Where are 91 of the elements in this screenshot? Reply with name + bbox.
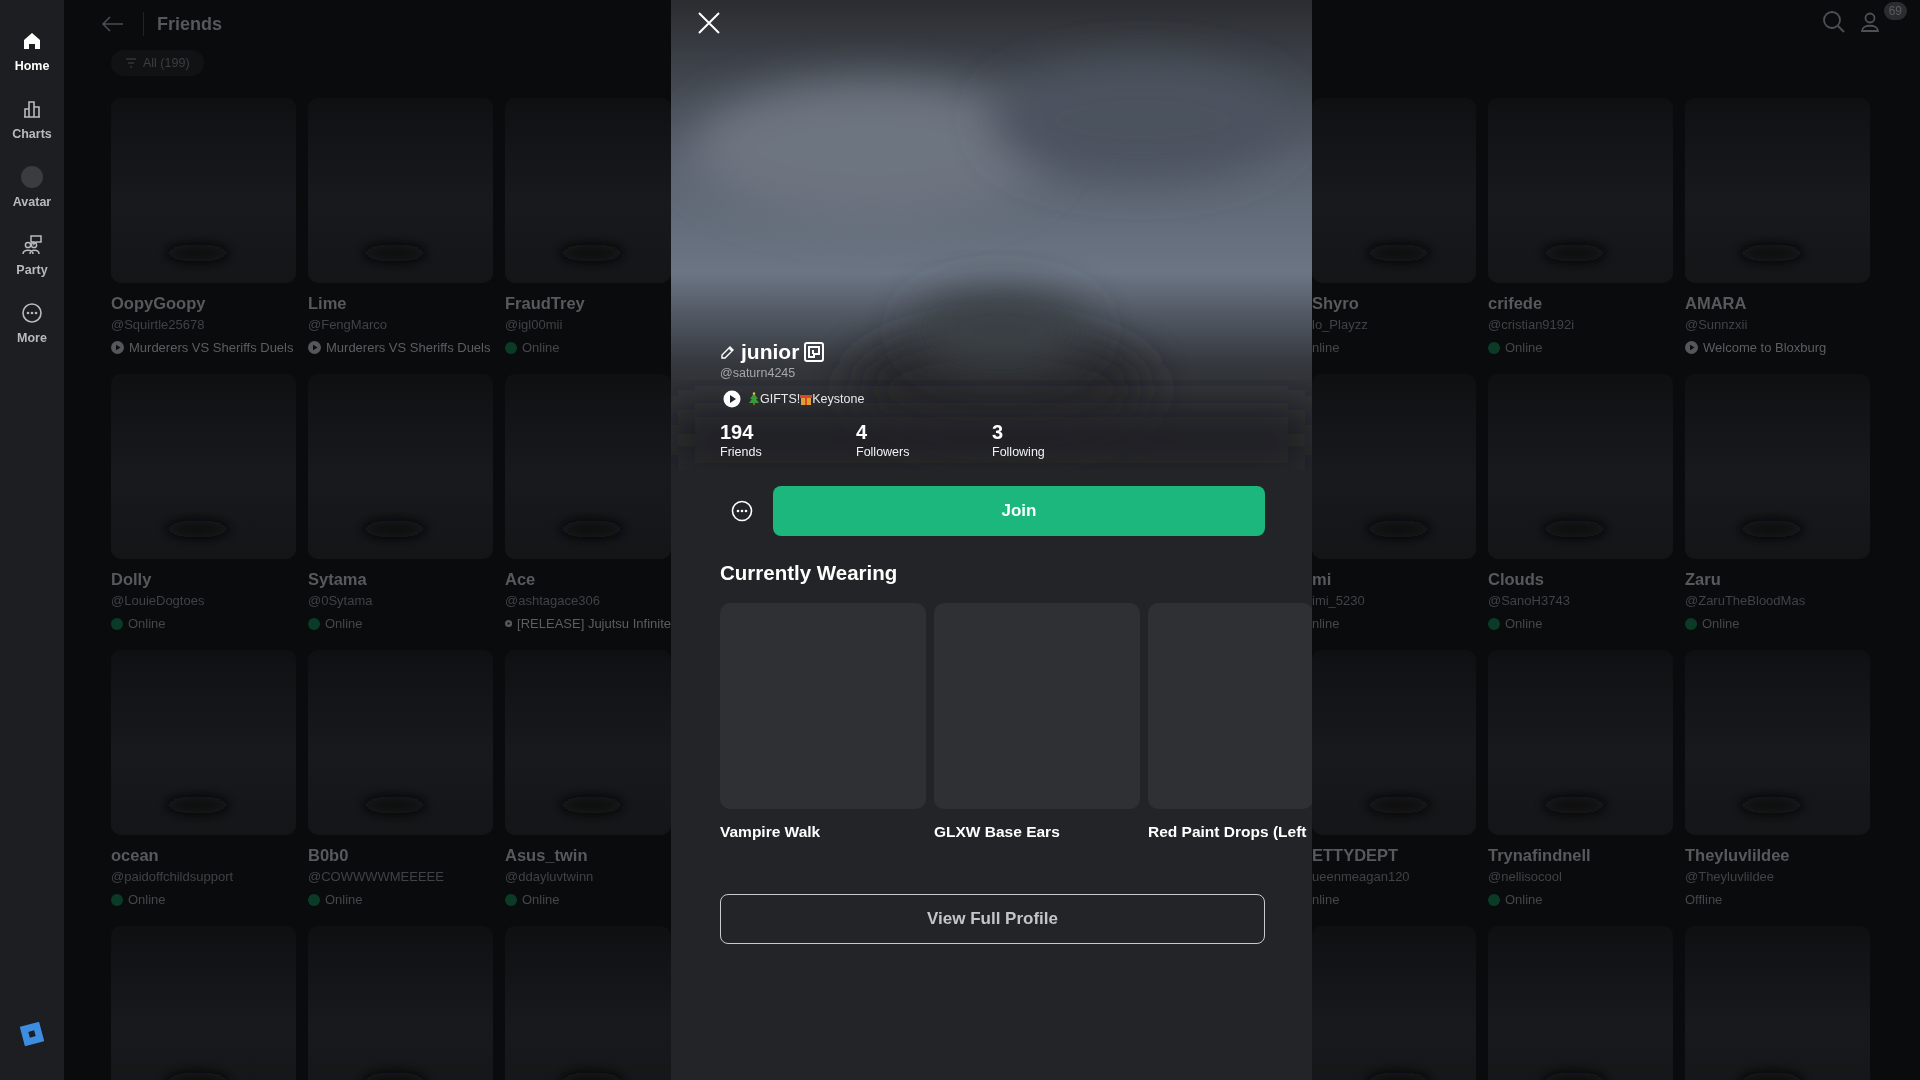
online-dot bbox=[308, 617, 320, 630]
bar-chart-icon bbox=[21, 98, 43, 120]
friend-name[interactable]: Asus_twin bbox=[505, 845, 671, 865]
online-status: Online bbox=[1505, 338, 1543, 357]
friend-name[interactable]: mi bbox=[1312, 569, 1476, 589]
friend-handle: @COWWWWMEEEEE bbox=[308, 869, 445, 885]
avatar-icon bbox=[21, 166, 43, 188]
home-icon bbox=[21, 30, 43, 52]
online-dot bbox=[111, 893, 123, 906]
friend-handle: @ashtagace306 bbox=[505, 593, 601, 609]
friend-handle: lo_Playzz bbox=[1312, 317, 1369, 333]
sidebar-item[interactable]: Party bbox=[0, 234, 64, 302]
friend-handle: @0Sytama bbox=[308, 593, 374, 609]
play-icon bbox=[1685, 341, 1698, 354]
friend-name[interactable]: ocean bbox=[111, 845, 296, 865]
online-status: Online bbox=[128, 614, 166, 633]
view-profile-button[interactable]: View Full Profile bbox=[720, 894, 1265, 944]
presence-status: nline bbox=[1312, 890, 1340, 909]
friend-handle: @paidoffchildsupport bbox=[111, 869, 235, 885]
people-icon bbox=[21, 234, 43, 256]
friend-name[interactable]: Sytama bbox=[308, 569, 493, 589]
logo-icon bbox=[20, 1022, 44, 1046]
online-status: Online bbox=[1505, 614, 1543, 633]
play-icon bbox=[505, 617, 513, 630]
online-dot bbox=[505, 893, 517, 906]
presence-status: Offline bbox=[1685, 890, 1723, 909]
friends-button[interactable] bbox=[1860, 10, 1882, 34]
filter-icon bbox=[125, 57, 137, 69]
play-icon bbox=[308, 341, 321, 354]
friend-handle: @Theyluvlildee bbox=[1685, 869, 1776, 885]
sidebar-item[interactable]: Avatar bbox=[0, 166, 64, 234]
back-button[interactable] bbox=[101, 14, 125, 34]
friend-name[interactable]: Dolly bbox=[111, 569, 296, 589]
sidebar-item[interactable]: Home bbox=[0, 30, 64, 98]
online-dot bbox=[1685, 617, 1697, 630]
friend-name[interactable]: OopyGoopy bbox=[111, 293, 296, 313]
friend-name[interactable]: Theyluvlildee bbox=[1685, 845, 1870, 865]
friend-handle: @FengMarco bbox=[308, 317, 388, 333]
online-dot bbox=[111, 617, 123, 630]
presence-status: nline bbox=[1312, 338, 1340, 357]
friend-name[interactable]: Ace bbox=[505, 569, 671, 589]
game-status[interactable]: Murderers VS Sheriffs Duels bbox=[326, 337, 491, 358]
friend-name[interactable]: crifede bbox=[1488, 293, 1673, 313]
friend-name[interactable]: AMARA bbox=[1685, 293, 1870, 313]
friend-handle: @ZaruTheBloodMas bbox=[1685, 593, 1807, 609]
friend-handle: @nellisocool bbox=[1488, 869, 1563, 885]
online-dot bbox=[1488, 341, 1500, 354]
friend-name[interactable]: Clouds bbox=[1488, 569, 1673, 589]
online-status: Online bbox=[325, 614, 363, 633]
game-status[interactable]: Murderers VS Sheriffs Duels bbox=[129, 337, 294, 358]
friend-handle: @cristian9192i bbox=[1488, 317, 1576, 333]
game-status[interactable]: [RELEASE] Jujutsu Infinite bbox=[517, 613, 671, 634]
friend-name[interactable]: Lime bbox=[308, 293, 493, 313]
friend-handle: imi_5230 bbox=[1312, 593, 1366, 609]
section-title: Currently Wearing bbox=[720, 560, 899, 586]
item-name[interactable]: Vampire Walk bbox=[720, 822, 926, 842]
friend-name[interactable]: ETTYDEPT bbox=[1312, 845, 1476, 865]
online-status: Online bbox=[325, 890, 363, 909]
item-name[interactable]: GLXW Base Ears bbox=[934, 822, 1140, 842]
online-status: Online bbox=[522, 890, 560, 909]
online-status: Online bbox=[522, 338, 560, 357]
friend-handle: ueenmeagan120 bbox=[1312, 869, 1411, 885]
sidebar-item[interactable]: Charts bbox=[0, 98, 64, 166]
friend-handle: @Squirtle25678 bbox=[111, 317, 206, 333]
more-icon bbox=[21, 302, 43, 324]
page-title: Friends bbox=[143, 12, 222, 36]
play-icon bbox=[111, 341, 124, 354]
sidebar-item[interactable]: More bbox=[0, 302, 64, 370]
online-status: Online bbox=[1702, 614, 1740, 633]
game-status[interactable]: Welcome to Bloxburg bbox=[1703, 337, 1827, 358]
presence-status: nline bbox=[1312, 614, 1340, 633]
friend-name[interactable]: FraudTrey bbox=[505, 293, 671, 313]
search-button[interactable] bbox=[1822, 10, 1846, 34]
friend-name[interactable]: Trynafindnell bbox=[1488, 845, 1673, 865]
friend-name[interactable]: B0b0 bbox=[308, 845, 493, 865]
online-dot bbox=[505, 341, 517, 354]
online-dot bbox=[1488, 893, 1500, 906]
friend-handle: @igl00mii bbox=[505, 317, 564, 333]
item-name[interactable]: Red Paint Drops (Left bbox=[1148, 822, 1312, 842]
online-dot bbox=[308, 893, 320, 906]
friend-name[interactable]: Shyro bbox=[1312, 293, 1476, 313]
friend-handle: @ddayluvtwinn bbox=[505, 869, 595, 885]
friend-handle: @LouieDogtoes bbox=[111, 593, 206, 609]
online-status: Online bbox=[1505, 890, 1543, 909]
online-dot bbox=[1488, 617, 1500, 630]
friend-handle: @SanoH3743 bbox=[1488, 593, 1571, 609]
friend-name[interactable]: Zaru bbox=[1685, 569, 1870, 589]
join-button[interactable]: Join bbox=[773, 486, 1265, 536]
friend-handle: @Sunnzxii bbox=[1685, 317, 1749, 333]
online-status: Online bbox=[128, 890, 166, 909]
item-tile[interactable] bbox=[1148, 603, 1312, 809]
